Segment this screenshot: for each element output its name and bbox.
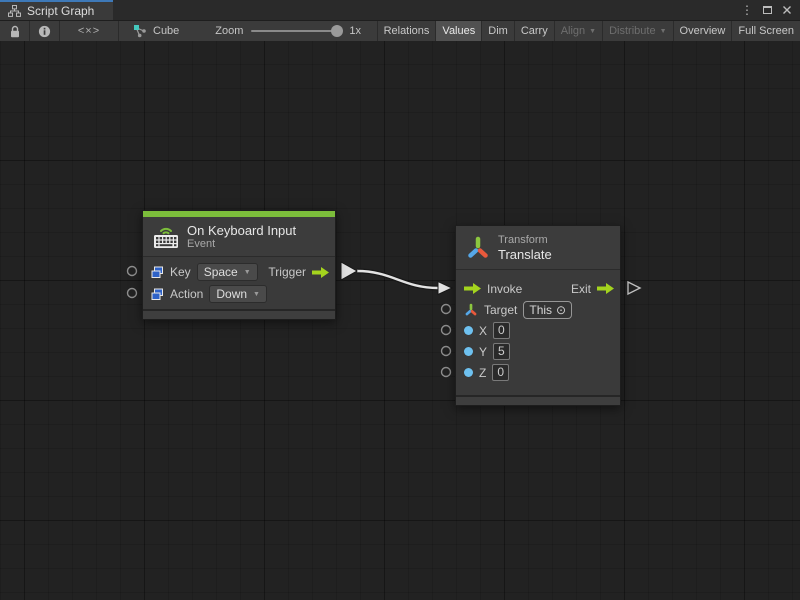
- float-port-icon: [464, 347, 473, 356]
- x-port-label: X: [479, 324, 487, 338]
- chevron-down-icon: ▼: [589, 28, 596, 35]
- node-footer: [456, 395, 620, 405]
- target-object-button[interactable]: This ⊙: [523, 301, 572, 319]
- value-input-icon: [151, 288, 164, 301]
- connection-trigger-to-invoke[interactable]: [341, 262, 452, 295]
- align-button[interactable]: Align ▼: [554, 21, 602, 41]
- chevron-down-icon: ▼: [253, 291, 260, 298]
- y-value-field[interactable]: 5: [493, 343, 510, 360]
- chevron-down-icon: ▼: [244, 269, 251, 276]
- target-port-row: Target This ⊙: [456, 299, 620, 320]
- transform-mini-icon: [464, 303, 478, 317]
- carry-button[interactable]: Carry: [514, 21, 554, 41]
- action-dropdown[interactable]: Down ▼: [209, 285, 267, 303]
- key-port-label: Key: [170, 265, 191, 279]
- chevron-down-icon: ▼: [660, 28, 667, 35]
- zoom-slider[interactable]: [251, 30, 341, 32]
- y-port-label: Y: [479, 345, 487, 359]
- invoke-flow-arrow-icon[interactable]: [464, 283, 481, 294]
- edit-graph-button[interactable]: <×>: [60, 21, 119, 41]
- invoke-port-row: Invoke Exit: [456, 278, 620, 299]
- object-picker-icon[interactable]: ⊙: [556, 304, 566, 316]
- node-subtitle: Event: [187, 238, 296, 251]
- graph-target[interactable]: Cube: [119, 21, 189, 41]
- graph-canvas[interactable]: On Keyboard Input Event Key Space ▼ Trig…: [0, 41, 800, 600]
- node-footer: [143, 309, 335, 319]
- node-header[interactable]: Transform Translate: [456, 226, 620, 270]
- lock-icon: [9, 25, 21, 38]
- exit-port-triangle[interactable]: [628, 282, 640, 294]
- target-port-label: Target: [484, 303, 517, 317]
- code-icon: <×>: [78, 25, 100, 37]
- tab-script-graph[interactable]: Script Graph: [0, 0, 113, 20]
- action-port-label: Action: [170, 287, 203, 301]
- zoom-slider-knob[interactable]: [331, 25, 343, 37]
- connection-start-arrow: [341, 262, 357, 280]
- window-menu-icon[interactable]: ⋮: [741, 4, 753, 16]
- z-port-row: Z 0: [456, 362, 620, 383]
- node-on-keyboard-input[interactable]: On Keyboard Input Event Key Space ▼ Trig…: [142, 210, 336, 320]
- action-port-row: Action Down ▼: [143, 283, 335, 305]
- keyboard-icon: [153, 225, 179, 249]
- trigger-flow-arrow-icon[interactable]: [312, 267, 329, 278]
- script-graph-asset-icon: [133, 24, 147, 38]
- distribute-button[interactable]: Distribute ▼: [602, 21, 672, 41]
- connection-end-arrow: [438, 282, 452, 295]
- port-action[interactable]: [128, 289, 137, 298]
- wires-layer: [0, 41, 800, 600]
- trigger-port-label: Trigger: [268, 265, 306, 279]
- invoke-port-label: Invoke: [487, 282, 522, 296]
- info-icon: [38, 25, 51, 38]
- info-button[interactable]: [30, 21, 60, 41]
- node-category: Transform: [498, 234, 552, 247]
- y-port-row: Y 5: [456, 341, 620, 362]
- zoom-value: 1x: [349, 25, 361, 37]
- relations-button[interactable]: Relations: [377, 21, 436, 41]
- x-value-field[interactable]: 0: [493, 322, 510, 339]
- script-graph-tab-icon: [8, 5, 21, 17]
- node-title: Translate: [498, 247, 552, 262]
- float-port-icon: [464, 326, 473, 335]
- port-z[interactable]: [442, 368, 451, 377]
- lock-button[interactable]: [0, 21, 30, 41]
- close-icon[interactable]: [782, 5, 792, 15]
- key-port-row: Key Space ▼ Trigger: [143, 261, 335, 283]
- titlebar: Script Graph ⋮: [0, 0, 800, 21]
- graph-toolbar: <×> Cube Zoom 1x Relations Values Dim Ca…: [0, 21, 800, 41]
- full-screen-button[interactable]: Full Screen: [731, 21, 800, 41]
- tab-title: Script Graph: [27, 4, 94, 18]
- x-port-row: X 0: [456, 320, 620, 341]
- port-target[interactable]: [442, 305, 451, 314]
- node-header[interactable]: On Keyboard Input Event: [143, 217, 335, 257]
- exit-port-label: Exit: [571, 282, 591, 296]
- dim-button[interactable]: Dim: [481, 21, 514, 41]
- float-port-icon: [464, 368, 473, 377]
- port-y[interactable]: [442, 347, 451, 356]
- node-title: On Keyboard Input: [187, 223, 296, 238]
- port-key[interactable]: [128, 267, 137, 276]
- z-port-label: Z: [479, 366, 486, 380]
- port-x[interactable]: [442, 326, 451, 335]
- value-input-icon: [151, 266, 164, 279]
- z-value-field[interactable]: 0: [492, 364, 509, 381]
- graph-target-label: Cube: [153, 25, 179, 37]
- zoom-control: Zoom 1x: [189, 21, 369, 41]
- maximize-icon[interactable]: [763, 6, 772, 14]
- key-dropdown[interactable]: Space ▼: [197, 263, 258, 281]
- values-button[interactable]: Values: [435, 21, 481, 41]
- node-transform-translate[interactable]: Transform Translate Invoke Exit: [455, 225, 621, 406]
- transform-icon: [466, 235, 490, 261]
- overview-button[interactable]: Overview: [673, 21, 732, 41]
- exit-flow-arrow-icon[interactable]: [597, 283, 614, 294]
- zoom-label: Zoom: [215, 25, 243, 37]
